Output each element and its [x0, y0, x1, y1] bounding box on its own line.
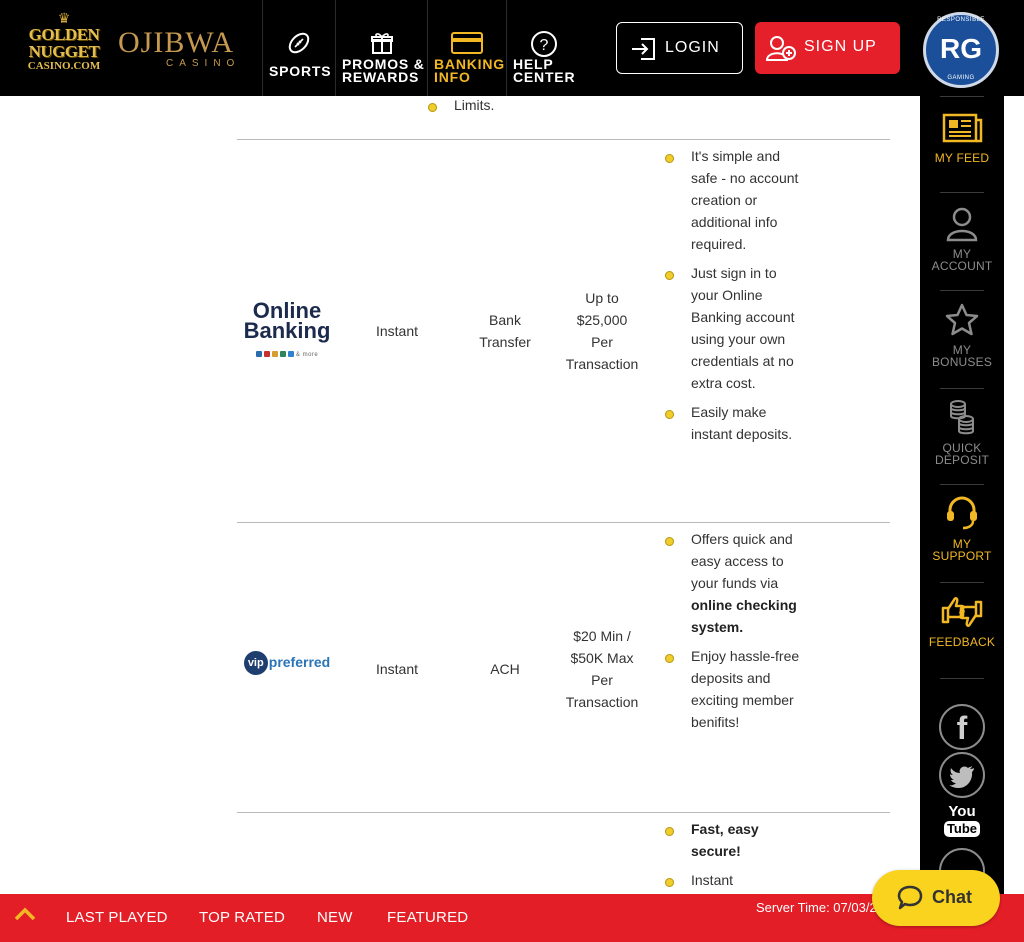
sidebar-item-quick-deposit[interactable]: QUICK DEPOSIT [920, 396, 1004, 466]
list-item: It's simple and safe - no account creati… [661, 145, 801, 255]
sidebar-item-feedback[interactable]: FEEDBACK [920, 590, 1004, 648]
badge-text: RG [940, 33, 982, 64]
deposit-limit: Up to $25,000 Per Transaction [565, 290, 639, 372]
card-icon [428, 30, 506, 58]
scroll-gutter [1004, 96, 1024, 896]
nav-banking-info[interactable]: BANKING INFO [427, 0, 506, 96]
right-sidebar: MY FEED MY ACCOUNT MY BONUSES QUICK DEPOSIT… [920, 96, 1004, 896]
facebook-icon[interactable]: f [939, 704, 985, 750]
youtube-icon[interactable]: You Tube [942, 804, 982, 838]
list-item: Easily make instant deposits. [661, 401, 801, 445]
badge-text: GAMING [947, 75, 975, 81]
login-icon [629, 36, 657, 67]
top-rated-tab[interactable]: TOP RATED [199, 909, 285, 926]
sidebar-item-my-bonuses[interactable]: MY BONUSES [920, 298, 1004, 368]
logo-text: GOLDEN [28, 25, 100, 44]
bullet-list: Offers quick and easy access to your fun… [661, 528, 801, 740]
badge-text: RESPONSIBLE [937, 17, 985, 23]
featured-tab[interactable]: FEATURED [387, 909, 468, 926]
table-row: vip preferred Instant ACH $20 Min / $50K … [237, 522, 890, 812]
nav-help-center[interactable]: ? HELP CENTER [506, 0, 580, 96]
nav-sports[interactable]: SPORTS [262, 0, 335, 96]
nav-label: BANKING INFO [434, 56, 505, 85]
nav-label: SPORTS [269, 63, 332, 79]
banking-info-content: • Limits. Online Banking & more Instant … [0, 96, 920, 896]
sidebar-item-my-feed[interactable]: MY FEED [920, 106, 1004, 164]
logo-text: OJIBWA [118, 26, 234, 59]
new-tab[interactable]: NEW [317, 909, 353, 926]
signup-label: SIGN UP [804, 38, 877, 55]
bullet-list: • Limits. [424, 96, 564, 123]
processing-time: Instant [375, 323, 419, 339]
last-played-tab[interactable]: LAST PLAYED [66, 909, 168, 926]
bullet-list: It's simple and safe - no account creati… [661, 145, 801, 452]
newspaper-icon [920, 106, 1004, 146]
list-item: • Limits. [424, 96, 564, 116]
sidebar-item-label: MY SUPPORT [932, 537, 992, 563]
chat-label: Chat [932, 887, 972, 907]
chevron-up-icon[interactable] [12, 904, 38, 929]
chat-button[interactable]: Chat [872, 870, 1000, 926]
user-icon [920, 202, 1004, 242]
login-button[interactable]: LOGIN [616, 22, 743, 74]
twitter-icon[interactable] [939, 752, 985, 798]
server-time: Server Time: 07/03/2 [756, 900, 877, 915]
vip-preferred-logo: vip preferred [237, 651, 337, 676]
signup-button[interactable]: SIGN UP [755, 22, 900, 74]
crown-icon: ♛ [57, 11, 71, 27]
nav-promos-rewards[interactable]: PROMOS & REWARDS [335, 0, 427, 96]
list-item: Fast, easy secure! [661, 818, 801, 862]
table-row: Online Banking & more Instant Bank Trans… [237, 139, 890, 523]
nav-label: HELP CENTER [513, 56, 576, 85]
add-user-icon [765, 34, 797, 67]
chat-bubble-icon [896, 884, 924, 917]
bank-icons [255, 351, 294, 358]
payment-method: Bank Transfer [479, 312, 531, 350]
deposit-limit: $20 Min / $50K Max Per Transaction [565, 628, 639, 710]
login-label: LOGIN [665, 39, 720, 56]
sidebar-item-my-account[interactable]: MY ACCOUNT [920, 202, 1004, 272]
sidebar-item-label: MY ACCOUNT [931, 247, 993, 273]
ojibwa-casino-logo[interactable]: OJIBWA CASINO [118, 28, 242, 74]
thumbs-icon [920, 590, 1004, 630]
list-item: Offers quick and easy access to your fun… [661, 528, 801, 638]
question-icon: ? [507, 30, 580, 58]
online-banking-logo: Online Banking & more [243, 298, 331, 359]
logo-text: NUGGET [28, 42, 100, 61]
processing-time: Instant [375, 661, 419, 677]
payment-method: ACH [490, 661, 520, 677]
responsible-gaming-badge[interactable]: RESPONSIBLE RG GAMING [923, 12, 999, 88]
logo-text: CASINO.COM [27, 60, 101, 72]
nav-label: PROMOS & REWARDS [342, 56, 425, 85]
top-header: ♛ GOLDEN NUGGET CASINO.COM OJIBWA CASINO… [0, 0, 1024, 96]
sidebar-item-label: MY BONUSES [931, 343, 993, 369]
headset-icon [920, 492, 1004, 532]
list-item: Instant [661, 869, 801, 891]
golden-nugget-logo[interactable]: ♛ GOLDEN NUGGET CASINO.COM [24, 12, 104, 86]
bullet-list: Fast, easy secure! Instant [661, 818, 801, 896]
logo-text: CASINO [166, 58, 241, 69]
sidebar-item-my-support[interactable]: MY SUPPORT [920, 492, 1004, 562]
sidebar-item-label: QUICK DEPOSIT [934, 441, 990, 467]
list-item: Enjoy hassle-free deposits and exciting … [661, 645, 801, 733]
list-item: Just sign in to your Online Banking acco… [661, 262, 801, 394]
coins-icon [920, 396, 1004, 436]
star-icon [920, 298, 1004, 338]
gift-icon [336, 30, 427, 58]
svg-text:?: ? [539, 37, 548, 54]
sidebar-item-label: MY FEED [934, 151, 990, 165]
bottom-game-bar: LAST PLAYED TOP RATED NEW FEATURED Serve… [0, 894, 1024, 942]
table-row: Fast, easy secure! Instant [237, 812, 890, 896]
sidebar-item-label: FEEDBACK [928, 635, 996, 649]
football-icon [263, 30, 335, 58]
